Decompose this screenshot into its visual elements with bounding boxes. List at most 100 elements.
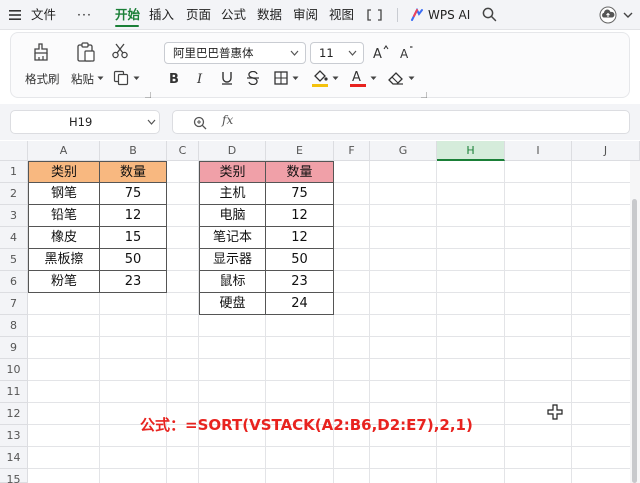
strikethrough-icon[interactable]	[246, 71, 260, 85]
table1-cell[interactable]: 粉笔	[28, 271, 100, 293]
column-header-j[interactable]: J	[572, 141, 640, 161]
table2-cell[interactable]: 鼠标	[199, 271, 266, 293]
more-menu[interactable]: ···	[77, 0, 92, 30]
spreadsheet-grid[interactable]: A B C D E F G H I J 1 2 3 4 5 6 7 8 9 10…	[0, 141, 640, 483]
table2-cell[interactable]: 75	[266, 183, 334, 205]
copy-dropdown-icon[interactable]	[133, 76, 140, 81]
format-painter-icon[interactable]	[32, 42, 52, 62]
tab-formula[interactable]: 公式	[221, 0, 246, 30]
scrollbar-thumb[interactable]	[632, 199, 637, 483]
table1-cell[interactable]: 12	[100, 205, 167, 227]
font-group-expander-icon[interactable]	[421, 92, 427, 98]
table2-cell[interactable]: 硬盘	[199, 293, 266, 315]
table1-cell[interactable]: 黑板擦	[28, 249, 100, 271]
row-header-4[interactable]: 4	[0, 227, 28, 249]
paste-label[interactable]: 粘贴	[71, 71, 94, 87]
table2-cell[interactable]: 23	[266, 271, 334, 293]
copy-icon[interactable]	[113, 70, 129, 86]
tab-review[interactable]: 审阅	[293, 0, 318, 30]
fx-icon[interactable]: fx	[222, 113, 233, 127]
tab-view[interactable]: 视图	[329, 0, 354, 30]
table1-cell[interactable]: 15	[100, 227, 167, 249]
fill-color-icon[interactable]	[311, 68, 329, 88]
column-header-b[interactable]: B	[100, 141, 167, 161]
chevron-down-icon[interactable]	[623, 11, 633, 19]
font-color-dropdown-icon[interactable]	[370, 76, 377, 81]
column-header-c[interactable]: C	[167, 141, 199, 161]
table1-cell[interactable]: 50	[100, 249, 167, 271]
app-menu-icon[interactable]	[8, 8, 22, 22]
tab-page[interactable]: 页面	[186, 0, 211, 30]
row-header-10[interactable]: 10	[0, 359, 28, 381]
row-header-8[interactable]: 8	[0, 315, 28, 337]
font-color-icon[interactable]: A	[349, 68, 367, 88]
table2-header-quantity[interactable]: 数量	[266, 161, 334, 183]
column-header-f[interactable]: F	[334, 141, 370, 161]
row-header-3[interactable]: 3	[0, 205, 28, 227]
table2-cell[interactable]: 12	[266, 205, 334, 227]
column-header-i[interactable]: I	[505, 141, 572, 161]
row-header-12[interactable]: 12	[0, 403, 28, 425]
cut-icon[interactable]	[111, 42, 129, 60]
formula-input[interactable]: fx	[172, 110, 630, 134]
border-dropdown-icon[interactable]	[292, 76, 299, 81]
tab-data[interactable]: 数据	[257, 0, 282, 30]
row-header-1[interactable]: 1	[0, 161, 28, 183]
column-header-e[interactable]: E	[266, 141, 334, 161]
column-header-d[interactable]: D	[199, 141, 266, 161]
row-header-15[interactable]: 15	[0, 469, 28, 483]
row-header-7[interactable]: 7	[0, 293, 28, 315]
table1-header-category[interactable]: 类别	[28, 161, 100, 183]
paste-icon[interactable]	[76, 41, 96, 63]
table1-cell[interactable]: 75	[100, 183, 167, 205]
zoom-formula-icon[interactable]	[193, 116, 207, 130]
wps-ai-button[interactable]: WPS AI	[428, 0, 470, 30]
fill-dropdown-icon[interactable]	[332, 76, 339, 81]
table2-cell[interactable]: 50	[266, 249, 334, 271]
clipboard-group-expander-icon[interactable]	[145, 92, 151, 98]
paste-dropdown-icon[interactable]	[97, 76, 104, 81]
bold-icon[interactable]: B	[167, 71, 181, 85]
table2-cell[interactable]: 24	[266, 293, 334, 315]
column-header-h[interactable]: H	[437, 141, 505, 161]
gridline	[28, 468, 640, 469]
row-header-5[interactable]: 5	[0, 249, 28, 271]
table2-cell[interactable]: 笔记本	[199, 227, 266, 249]
table2-cell[interactable]: 电脑	[199, 205, 266, 227]
select-all-corner[interactable]	[0, 141, 28, 161]
file-menu[interactable]: 文件	[31, 0, 56, 30]
cloud-sync-icon[interactable]	[599, 6, 617, 24]
search-icon[interactable]	[482, 7, 497, 22]
table2-cell[interactable]: 主机	[199, 183, 266, 205]
font-size-select[interactable]: 11	[310, 42, 364, 64]
name-box[interactable]: H19	[10, 110, 160, 134]
border-icon[interactable]	[273, 70, 289, 86]
row-header-14[interactable]: 14	[0, 447, 28, 469]
table1-header-quantity[interactable]: 数量	[100, 161, 167, 183]
row-header-6[interactable]: 6	[0, 271, 28, 293]
column-header-a[interactable]: A	[28, 141, 100, 161]
underline-icon[interactable]	[220, 70, 234, 86]
increase-font-icon[interactable]: A	[373, 44, 389, 60]
italic-icon[interactable]: I	[194, 71, 208, 85]
table2-cell[interactable]: 显示器	[199, 249, 266, 271]
row-header-11[interactable]: 11	[0, 381, 28, 403]
table2-cell[interactable]: 12	[266, 227, 334, 249]
row-header-2[interactable]: 2	[0, 183, 28, 205]
gridline	[504, 161, 505, 483]
tab-insert[interactable]: 插入	[149, 0, 174, 30]
table1-cell[interactable]: 23	[100, 271, 167, 293]
font-family-select[interactable]: 阿里巴巴普惠体	[164, 42, 306, 64]
row-header-9[interactable]: 9	[0, 337, 28, 359]
tab-overflow-icon[interactable]	[367, 9, 387, 21]
column-header-g[interactable]: G	[370, 141, 437, 161]
table2-header-category[interactable]: 类别	[199, 161, 266, 183]
eraser-dropdown-icon[interactable]	[408, 76, 415, 81]
table1-cell[interactable]: 橡皮	[28, 227, 100, 249]
format-painter-label[interactable]: 格式刷	[25, 71, 60, 87]
table1-cell[interactable]: 铅笔	[28, 205, 100, 227]
row-header-13[interactable]: 13	[0, 425, 28, 447]
decrease-font-icon[interactable]: A	[400, 44, 416, 60]
table1-cell[interactable]: 钢笔	[28, 183, 100, 205]
eraser-icon[interactable]	[387, 70, 405, 86]
